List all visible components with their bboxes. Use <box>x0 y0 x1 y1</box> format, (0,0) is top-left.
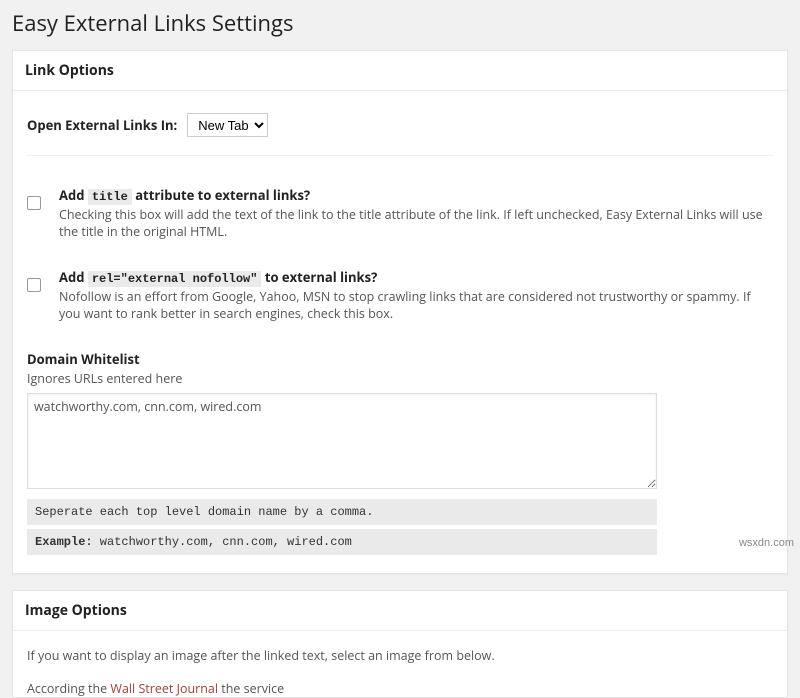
add-title-attribute-label: Add title attribute to external links? <box>59 186 310 204</box>
example-link-text: Wall Street Journal <box>110 680 218 697</box>
add-rel-nofollow-desc: Nofollow is an effort from Google, Yahoo… <box>59 288 773 322</box>
checkbox-add-rel-nofollow[interactable] <box>27 278 41 292</box>
image-options-intro: If you want to display an image after th… <box>27 641 773 674</box>
domain-whitelist-hint-example: Example: watchworthy.com, cnn.com, wired… <box>27 529 657 555</box>
add-rel-nofollow-label: Add rel="external nofollow" to external … <box>59 268 377 286</box>
checkbox-add-title-attribute[interactable] <box>27 196 41 210</box>
row-open-external-links: Open External Links In: New Tab <box>27 101 773 156</box>
panel-link-options-heading: Link Options <box>13 51 787 91</box>
domain-whitelist-ignores: Ignores URLs entered here <box>27 370 773 387</box>
domain-whitelist-hint-separate: Seperate each top level domain name by a… <box>27 499 657 525</box>
row-add-title-attribute: Add title attribute to external links? C… <box>27 186 773 240</box>
panel-image-options: Image Options If you want to display an … <box>12 590 788 698</box>
add-title-attribute-desc: Checking this box will add the text of t… <box>59 206 773 240</box>
title-code: title <box>88 189 132 205</box>
page-title: Easy External Links Settings <box>2 0 798 42</box>
row-add-rel-nofollow: Add rel="external nofollow" to external … <box>27 268 773 322</box>
domain-whitelist-textarea[interactable] <box>27 393 657 489</box>
image-options-example-text: According the Wall Street Journal the se… <box>27 674 773 697</box>
panel-image-options-heading: Image Options <box>13 591 787 631</box>
domain-whitelist-label: Domain Whitelist <box>27 350 773 368</box>
rel-code: rel="external nofollow" <box>88 271 262 287</box>
open-external-links-label: Open External Links In: <box>27 116 177 134</box>
open-external-links-select[interactable]: New Tab <box>187 113 268 137</box>
panel-link-options: Link Options Open External Links In: New… <box>12 50 788 574</box>
watermark: wsxdn.com <box>739 537 794 549</box>
